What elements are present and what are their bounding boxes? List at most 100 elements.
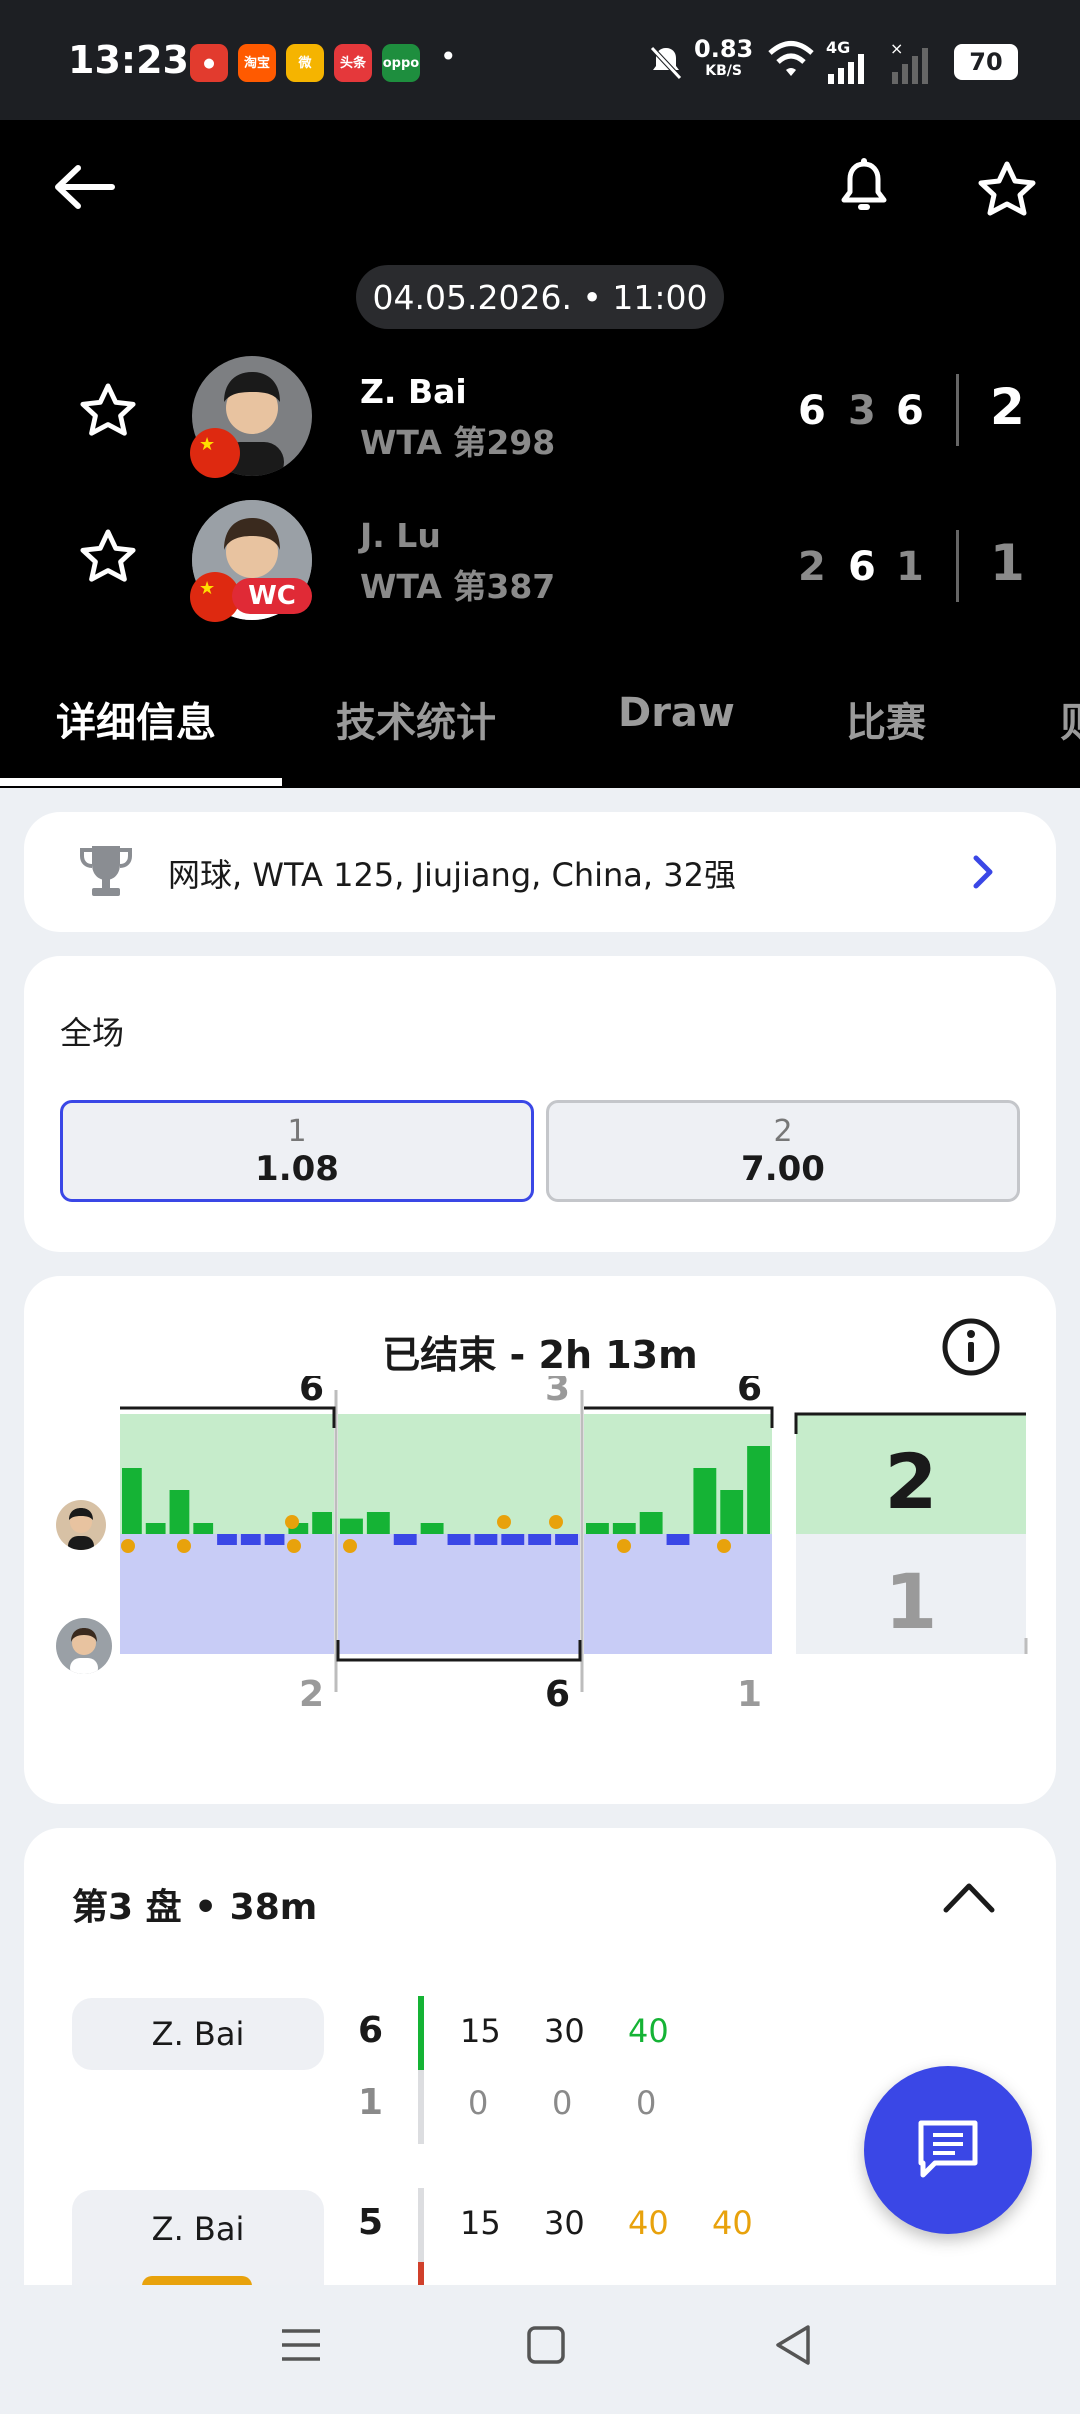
player2-set3-score: 1	[896, 544, 924, 590]
favorite-star-icon[interactable]	[976, 160, 1038, 220]
momentum-bar	[693, 1468, 717, 1534]
match-header: 04.05.2026. • 11:00 ★ Z. Bai WTA 第298 6 …	[0, 120, 1080, 788]
player1-rank: WTA 第298	[360, 423, 556, 462]
taobao-flash-icon: 淘宝	[238, 44, 276, 82]
momentum-bar	[666, 1534, 690, 1545]
china-flag-icon: ★	[190, 428, 240, 478]
momentum-bar	[474, 1534, 498, 1545]
momentum-bar	[340, 1518, 363, 1534]
chevron-up-icon[interactable]	[942, 1880, 996, 1914]
menu-icon[interactable]	[280, 2325, 322, 2365]
momentum-bar	[393, 1534, 417, 1545]
break-point-marker	[343, 1539, 357, 1553]
odds-option-1-label: 1	[287, 1113, 307, 1149]
svg-text:×: ×	[890, 40, 903, 58]
weibo-icon: 微	[286, 44, 324, 82]
point-score: 40	[712, 2204, 753, 2242]
player2-rank: WTA 第387	[360, 567, 556, 606]
odds-option-1-value: 1.08	[255, 1148, 339, 1189]
info-icon[interactable]	[940, 1316, 1002, 1378]
odds-option-1[interactable]: 1 1.08	[60, 1100, 534, 1202]
app-icon-1: ●	[190, 44, 228, 82]
battery-level: 70	[969, 48, 1003, 76]
set-score-top: 3	[545, 1376, 570, 1409]
momentum-bar	[193, 1523, 214, 1534]
momentum-bar	[169, 1490, 190, 1534]
momentum-bar	[586, 1523, 609, 1534]
weibo-icon-text: 微	[298, 55, 312, 71]
momentum-bar	[447, 1534, 471, 1545]
player2-star-icon[interactable]	[78, 528, 138, 586]
trophy-icon	[80, 846, 132, 896]
momentum-bar	[639, 1512, 663, 1534]
player1-set3-score: 6	[896, 388, 924, 434]
momentum-bar	[217, 1534, 237, 1545]
game-divider	[418, 2188, 424, 2262]
odds-option-2-value: 7.00	[741, 1148, 825, 1189]
break-point-marker	[497, 1515, 511, 1529]
momentum-bar	[501, 1534, 525, 1545]
momentum-bar	[612, 1523, 636, 1534]
point-score: 15	[460, 2012, 501, 2050]
game-server-label: Z. Bai	[72, 2190, 324, 2288]
tournament-label: 网球, WTA 125, Jiujiang, China, 32强	[168, 856, 736, 894]
set-score-top: 6	[737, 1376, 762, 1409]
momentum-bar	[747, 1446, 770, 1534]
toutiao-icon-text: 头条	[339, 55, 366, 71]
set-3-top-bg	[584, 1414, 772, 1534]
back-arrow-icon[interactable]	[52, 162, 116, 212]
point-score: 0	[552, 2084, 573, 2122]
odds-title: 全场	[60, 1014, 125, 1052]
player1-name: Z. Bai	[360, 372, 467, 411]
set-1-top-bg	[120, 1414, 334, 1534]
home-icon[interactable]	[526, 2325, 566, 2365]
net-unit: KB/S	[705, 63, 742, 79]
tournament-card[interactable]: 网球, WTA 125, Jiujiang, China, 32强	[24, 812, 1056, 932]
net-speed: 0.83	[694, 35, 754, 63]
odds-card: 全场 1 1.08 2 7.00	[24, 956, 1056, 1252]
signal-2-icon: ×	[890, 40, 928, 84]
momentum-bar	[555, 1534, 578, 1545]
set-detail-title: 第3 盘 • 38m	[72, 1887, 318, 1928]
player1-star-icon[interactable]	[78, 382, 138, 440]
bell-icon[interactable]	[838, 158, 890, 216]
app-icon-1-text: ●	[203, 55, 215, 71]
point-score: 0	[636, 2084, 657, 2122]
momentum-bar	[312, 1512, 332, 1534]
total-sets-top: 2	[885, 1437, 938, 1526]
momentum-bar	[264, 1534, 285, 1545]
match-datetime: 04.05.2026. • 11:00	[356, 265, 724, 329]
set-2-bottom-bg	[338, 1534, 580, 1654]
oppo-icon-text: oppo	[382, 55, 420, 71]
set-score-bottom: 1	[737, 1674, 762, 1715]
chat-fab[interactable]	[864, 2066, 1032, 2234]
tab-matches[interactable]: 比赛	[846, 690, 926, 748]
game-score-top: 6	[358, 2010, 384, 2051]
point-score: 0	[468, 2084, 489, 2122]
break-point-marker	[121, 1539, 135, 1553]
set-score-bottom: 6	[545, 1674, 570, 1715]
tab-more[interactable]: 则	[1060, 690, 1080, 748]
odds-option-2[interactable]: 2 7.00	[546, 1100, 1020, 1202]
back-nav-icon[interactable]	[772, 2323, 812, 2367]
tab-details[interactable]: 详细信息	[56, 690, 216, 748]
tab-stats[interactable]: 技术统计	[336, 690, 496, 748]
momentum-chart: 6 3 6 2 6 1 2 1	[120, 1376, 1028, 1715]
set-score-top: 6	[299, 1376, 324, 1409]
player2-set1-score: 2	[798, 544, 826, 590]
signal-icon	[828, 54, 864, 84]
taobao-flash-icon-text: 淘宝	[243, 55, 270, 71]
momentum-bar	[122, 1468, 142, 1534]
set-3-bottom-bg	[584, 1534, 772, 1654]
chat-icon	[918, 2120, 978, 2178]
chevron-right-icon	[973, 855, 993, 889]
momentum-card: 已结束 - 2h 13m 6 3 6 2 6 1 2 1	[24, 1276, 1056, 1804]
point-score: 30	[544, 2012, 585, 2050]
total-sets-bottom: 1	[885, 1557, 938, 1646]
system-nav-bar	[0, 2285, 1080, 2414]
point-score: 40	[628, 2204, 669, 2242]
tab-draw[interactable]: Draw	[618, 690, 735, 736]
toutiao-icon: 头条	[334, 44, 372, 82]
set-1-bottom-bg	[120, 1534, 334, 1654]
momentum-bar	[366, 1512, 390, 1534]
